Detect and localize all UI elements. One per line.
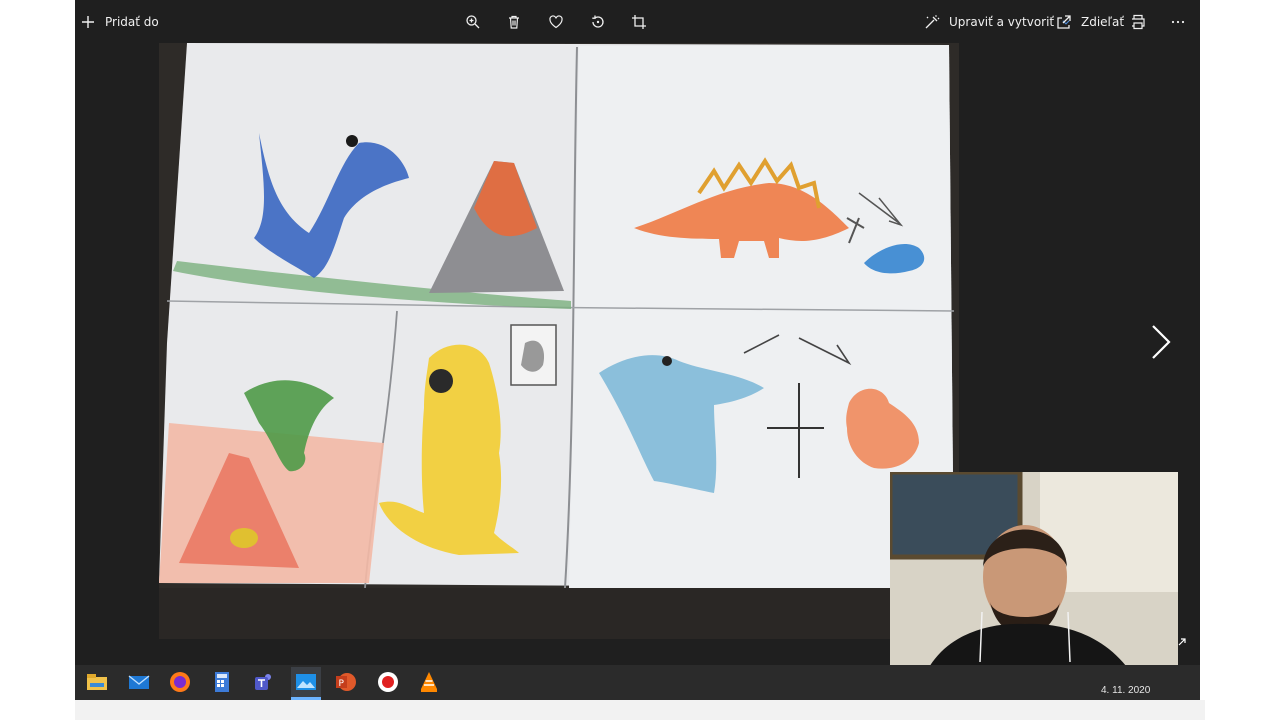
share-icon — [1053, 11, 1075, 33]
photo-display — [159, 43, 959, 639]
photos-toolbar: Pridať do Upraviť a vytvoriť Zdieľať — [75, 0, 1200, 44]
plus-icon — [77, 11, 99, 33]
crop-button[interactable] — [628, 11, 650, 33]
file-explorer-icon[interactable] — [84, 669, 110, 695]
svg-text:P: P — [339, 679, 345, 689]
taskbar-clock: 4. 11. 2020 — [1101, 685, 1151, 696]
presenter-video — [890, 472, 1178, 688]
next-image-button[interactable] — [1145, 322, 1175, 362]
more-icon — [1167, 11, 1189, 33]
vlc-icon[interactable] — [416, 669, 442, 695]
delete-button[interactable] — [503, 11, 525, 33]
edit-create-label: Upraviť a vytvoriť — [949, 15, 1055, 29]
rotate-button[interactable] — [587, 11, 609, 33]
share-button[interactable]: Zdieľať — [1053, 11, 1124, 33]
rotate-icon — [587, 11, 609, 33]
zoom-icon — [462, 11, 484, 33]
powerpoint-icon[interactable]: P — [333, 669, 359, 695]
firefox-icon[interactable] — [167, 669, 193, 695]
print-button[interactable] — [1127, 11, 1149, 33]
add-to-button[interactable]: Pridať do — [77, 11, 159, 33]
share-label: Zdieľať — [1081, 15, 1125, 29]
delete-icon — [503, 11, 525, 33]
chevron-right-icon — [1152, 325, 1171, 359]
dinosaur-drawing-photo — [159, 43, 959, 639]
webcam-overlay — [890, 472, 1178, 688]
expand-icon[interactable] — [1176, 636, 1188, 648]
zoom-button[interactable] — [462, 11, 484, 33]
taskbar: P — [75, 665, 1200, 700]
edit-create-icon — [921, 11, 943, 33]
print-icon — [1127, 11, 1149, 33]
photos-icon[interactable] — [291, 667, 321, 697]
calculator-icon[interactable] — [209, 669, 235, 695]
edit-create-button[interactable]: Upraviť a vytvoriť — [921, 11, 1072, 33]
mail-icon[interactable] — [126, 669, 152, 695]
favorite-button[interactable] — [545, 11, 567, 33]
photos-app-window: Pridať do Upraviť a vytvoriť Zdieľať P 4… — [75, 0, 1200, 700]
teams-icon[interactable] — [251, 669, 277, 695]
desktop-bottom-strip — [75, 700, 1205, 720]
favorite-icon — [545, 11, 567, 33]
crop-icon — [628, 11, 650, 33]
more-button[interactable] — [1167, 11, 1189, 33]
add-to-label: Pridať do — [105, 15, 159, 29]
screen-recorder-icon[interactable] — [375, 669, 401, 695]
